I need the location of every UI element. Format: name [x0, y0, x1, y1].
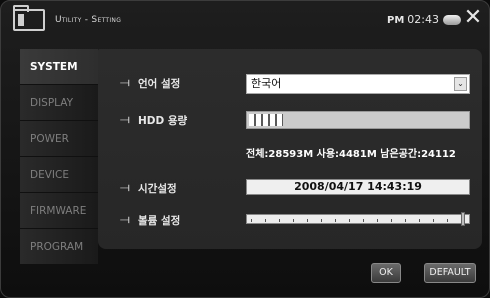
- hdd-label: HDD 용량: [138, 115, 188, 127]
- plug-icon: ⟞: [120, 212, 130, 226]
- volume-slider-thumb[interactable]: [461, 212, 465, 226]
- title-bar: Utility - Setting PM 02:43 ✕: [1, 1, 490, 39]
- volume-ticks: [251, 219, 463, 222]
- sidebar: SYSTEM DISPLAY POWER DEVICE FIRMWARE PRO…: [20, 49, 98, 265]
- plug-icon: ⟞: [120, 112, 130, 126]
- close-icon[interactable]: ✕: [463, 7, 483, 29]
- folder-icon: [13, 5, 45, 31]
- plug-icon: ⟞: [120, 180, 130, 194]
- ok-button[interactable]: OK: [371, 263, 401, 283]
- settings-panel: ⟞ 언어 설정 한국어 ⌄ ⟞ HDD 용량 전체:28593M 사용:4481…: [98, 49, 482, 249]
- clock-time: 02:43: [407, 13, 439, 26]
- app-title: Utility - Setting: [55, 15, 122, 25]
- hdd-info: 전체:28593M 사용:4481M 남은공간:24112: [246, 149, 456, 160]
- language-select[interactable]: 한국어 ⌄: [246, 74, 470, 94]
- battery-icon: [443, 15, 461, 25]
- tab-power[interactable]: POWER: [20, 121, 98, 157]
- language-label: 언어 설정: [138, 78, 181, 90]
- tab-firmware[interactable]: FIRMWARE: [20, 193, 98, 229]
- volume-slider[interactable]: [246, 212, 470, 226]
- plug-icon: ⟞: [120, 75, 130, 89]
- datetime-label: 시간설정: [138, 183, 177, 195]
- datetime-field[interactable]: 2008/04/17 14:43:19: [246, 179, 470, 195]
- hdd-usage-fill: [249, 114, 283, 126]
- tab-program[interactable]: PROGRAM: [20, 229, 98, 265]
- tab-display[interactable]: DISPLAY: [20, 85, 98, 121]
- hdd-usage-bar: [246, 111, 470, 129]
- chevron-down-icon[interactable]: ⌄: [454, 77, 467, 91]
- clock: PM 02:43: [387, 13, 439, 26]
- language-value: 한국어: [251, 77, 282, 90]
- default-button[interactable]: DEFAULT: [424, 263, 476, 283]
- tab-system[interactable]: SYSTEM: [20, 49, 98, 85]
- tab-device[interactable]: DEVICE: [20, 157, 98, 193]
- clock-ampm: PM: [387, 15, 405, 26]
- window-frame: Utility - Setting PM 02:43 ✕ SYSTEM DISPL…: [0, 0, 490, 298]
- volume-label: 볼륨 설정: [138, 215, 181, 227]
